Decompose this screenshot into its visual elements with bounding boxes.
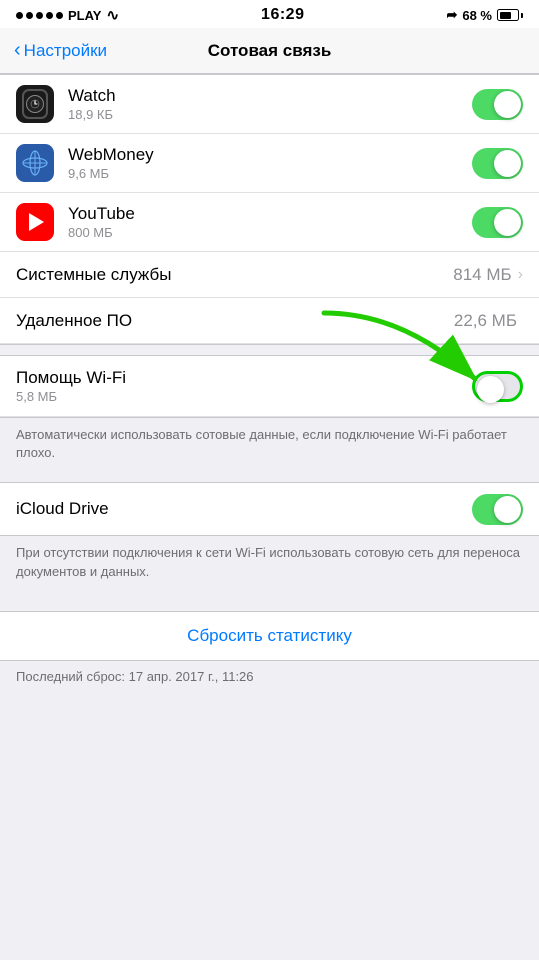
icloud-drive-title: iCloud Drive bbox=[16, 499, 472, 519]
battery-tip bbox=[521, 13, 523, 18]
system-services-row[interactable]: Системные службы 814 МБ › bbox=[0, 252, 539, 298]
youtube-play-icon bbox=[29, 213, 44, 231]
youtube-item-text: YouTube 800 МБ bbox=[68, 204, 472, 240]
section-separator-3 bbox=[0, 591, 539, 601]
webmoney-title: WebMoney bbox=[68, 145, 472, 165]
webmoney-app-icon bbox=[16, 144, 54, 182]
webmoney-toggle[interactable] bbox=[472, 148, 523, 179]
status-left: PLAY ∿ bbox=[16, 6, 119, 24]
last-reset-label: Последний сброс: 17 апр. 2017 г., 11:26 bbox=[0, 661, 539, 692]
system-services-value: 814 МБ bbox=[453, 265, 511, 285]
location-icon: ➦ bbox=[446, 7, 457, 23]
section-separator-1 bbox=[0, 345, 539, 355]
battery-icon bbox=[497, 9, 523, 21]
dot-1 bbox=[16, 12, 23, 19]
watch-app-icon bbox=[16, 85, 54, 123]
remote-access-title: Удаленное ПО bbox=[16, 311, 454, 331]
dot-4 bbox=[46, 12, 53, 19]
battery-percent: 68 % bbox=[462, 8, 492, 23]
app-list-section: Watch 18,9 КБ WebMoney 9,6 МБ bbox=[0, 74, 539, 345]
back-chevron-icon: ‹ bbox=[14, 39, 21, 62]
page-title: Сотовая связь bbox=[142, 41, 398, 61]
battery-fill bbox=[500, 12, 511, 19]
list-item: WebMoney 9,6 МБ bbox=[0, 134, 539, 193]
watch-clock-hands bbox=[30, 99, 40, 109]
dot-3 bbox=[36, 12, 43, 19]
wifi-assist-title: Помощь Wi-Fi bbox=[16, 368, 472, 388]
status-right: ➦ 68 % bbox=[446, 7, 523, 23]
youtube-app-icon bbox=[16, 203, 54, 241]
watch-inner bbox=[26, 95, 44, 113]
wifi-assist-description: Автоматически использовать сотовые данны… bbox=[0, 418, 539, 472]
youtube-size: 800 МБ bbox=[68, 225, 472, 240]
wifi-assist-text: Помощь Wi-Fi 5,8 МБ bbox=[16, 368, 472, 404]
status-bar: PLAY ∿ 16:29 ➦ 68 % bbox=[0, 0, 539, 28]
icloud-drive-toggle-knob bbox=[494, 496, 521, 523]
watch-toggle[interactable] bbox=[472, 89, 523, 120]
nav-bar: ‹ Настройки Сотовая связь bbox=[0, 28, 539, 74]
icloud-drive-row: iCloud Drive bbox=[0, 483, 539, 535]
back-button[interactable]: ‹ Настройки bbox=[14, 39, 142, 62]
chevron-right-icon: › bbox=[518, 266, 523, 284]
youtube-toggle-knob bbox=[494, 209, 521, 236]
watch-title: Watch bbox=[68, 86, 472, 106]
webmoney-icon-svg bbox=[19, 147, 51, 179]
webmoney-item-text: WebMoney 9,6 МБ bbox=[68, 145, 472, 181]
system-services-text: Системные службы bbox=[16, 265, 453, 285]
battery-body bbox=[497, 9, 519, 21]
clock: 16:29 bbox=[261, 6, 304, 24]
icloud-section: iCloud Drive bbox=[0, 482, 539, 536]
reset-section: Сбросить статистику bbox=[0, 611, 539, 661]
wifi-assist-toggle[interactable] bbox=[472, 371, 523, 402]
wifi-assist-size: 5,8 МБ bbox=[16, 389, 472, 404]
watch-toggle-knob bbox=[494, 91, 521, 118]
list-item: YouTube 800 МБ bbox=[0, 193, 539, 252]
webmoney-size: 9,6 МБ bbox=[68, 166, 472, 181]
wifi-assist-row: Помощь Wi-Fi 5,8 МБ bbox=[0, 356, 539, 417]
youtube-title: YouTube bbox=[68, 204, 472, 224]
watch-face bbox=[22, 89, 48, 119]
remote-access-row: Удаленное ПО 22,6 МБ bbox=[0, 298, 539, 344]
system-services-title: Системные службы bbox=[16, 265, 453, 285]
reset-statistics-button[interactable]: Сбросить статистику bbox=[0, 612, 539, 660]
wifi-icon: ∿ bbox=[106, 6, 119, 24]
icloud-drive-text: iCloud Drive bbox=[16, 499, 472, 519]
icloud-drive-toggle[interactable] bbox=[472, 494, 523, 525]
remote-access-text: Удаленное ПО bbox=[16, 311, 454, 331]
wifi-assist-toggle-knob bbox=[477, 376, 504, 403]
wifi-assist-section: Помощь Wi-Fi 5,8 МБ bbox=[0, 355, 539, 418]
dot-5 bbox=[56, 12, 63, 19]
remote-access-value: 22,6 МБ bbox=[454, 311, 517, 331]
watch-item-text: Watch 18,9 КБ bbox=[68, 86, 472, 122]
dot-2 bbox=[26, 12, 33, 19]
carrier-label: PLAY bbox=[68, 8, 101, 23]
list-item: Watch 18,9 КБ bbox=[0, 75, 539, 134]
icloud-description: При отсутствии подключения к сети Wi-Fi … bbox=[0, 536, 539, 590]
youtube-toggle[interactable] bbox=[472, 207, 523, 238]
section-separator-2 bbox=[0, 472, 539, 482]
signal-dots bbox=[16, 12, 63, 19]
back-label: Настройки bbox=[24, 41, 107, 61]
webmoney-toggle-knob bbox=[494, 150, 521, 177]
watch-size: 18,9 КБ bbox=[68, 107, 472, 122]
